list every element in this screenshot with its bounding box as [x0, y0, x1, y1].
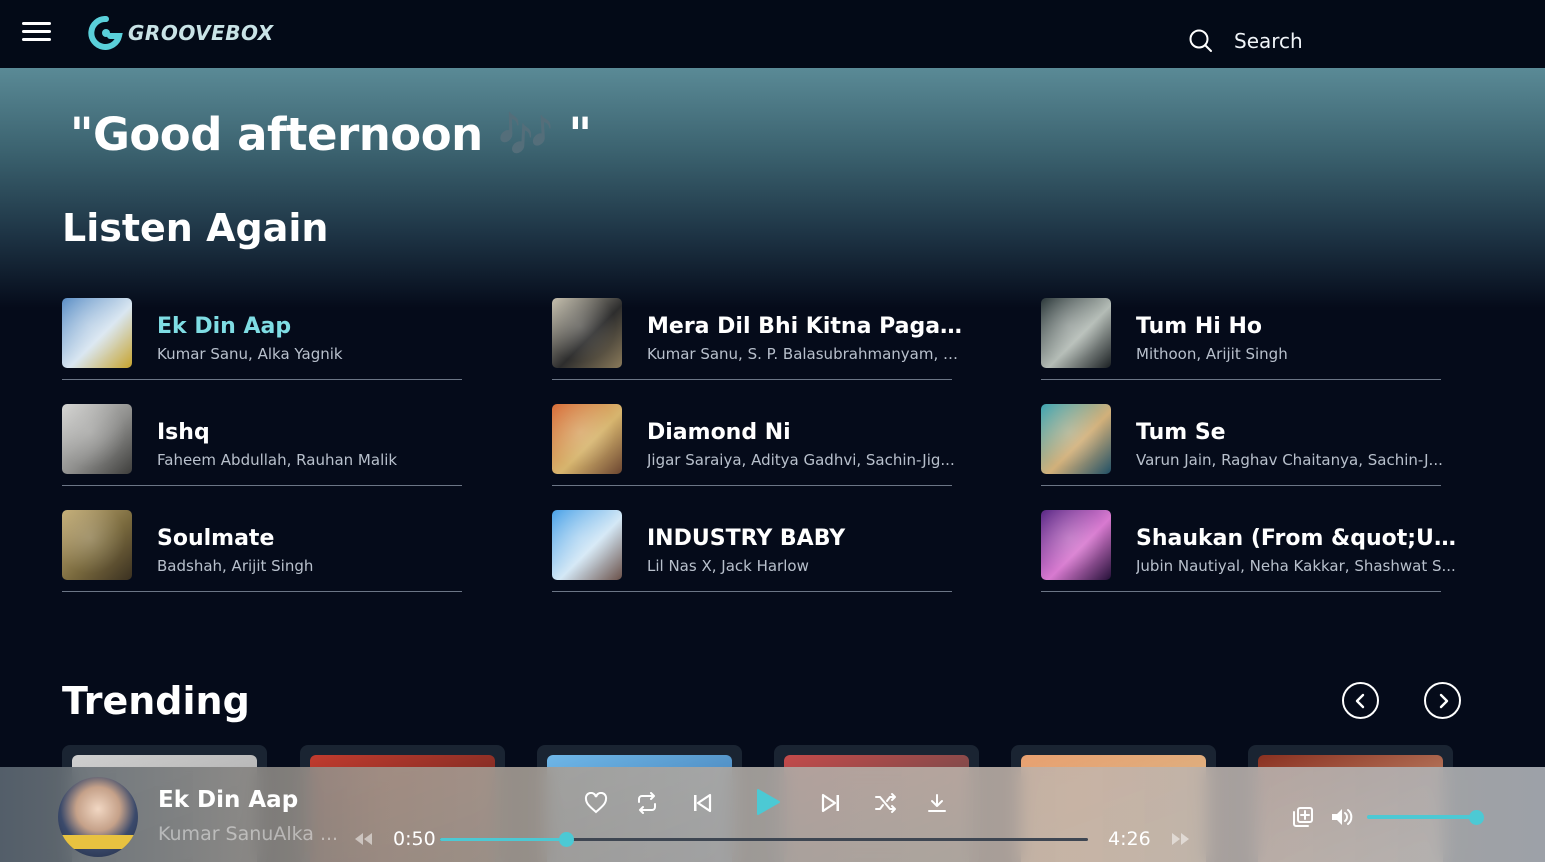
heart-icon	[584, 792, 608, 814]
song-meta: Mera Dil Bhi Kitna Pagal Hai Kumar Sanu, …	[647, 298, 967, 363]
song-meta: Ishq Faheem Abdullah, Rauhan Malik	[157, 404, 467, 469]
song-artist: Badshah, Arijit Singh	[157, 557, 314, 575]
song-artist: Kumar Sanu, S. P. Balasubrahmanyam, A...	[647, 345, 967, 363]
chevron-right-icon	[1439, 693, 1448, 708]
album-art[interactable]	[1041, 298, 1111, 368]
song-item[interactable]: Diamond Ni Jigar Saraiya, Aditya Gadhvi, …	[552, 404, 955, 486]
like-button[interactable]	[583, 791, 609, 815]
search-bar[interactable]: Search	[1188, 28, 1303, 54]
album-art[interactable]	[62, 404, 132, 474]
hero-background	[0, 68, 1545, 308]
logo-mark-icon	[88, 16, 123, 50]
duration-time: 4:26	[1108, 828, 1151, 850]
album-art[interactable]	[552, 298, 622, 368]
shuffle-button[interactable]	[873, 791, 899, 815]
repeat-icon	[638, 792, 656, 814]
song-meta: Shaukan (From &quot;Ula... Jubin Nautiyal…	[1136, 510, 1456, 575]
album-art[interactable]	[1041, 404, 1111, 474]
now-playing-title[interactable]: Ek Din Aap	[158, 787, 298, 813]
album-art[interactable]	[62, 298, 132, 368]
song-item[interactable]: INDUSTRY BABY Lil Nas X, Jack Harlow	[552, 510, 952, 592]
progress-fill	[440, 838, 567, 841]
song-artist: Lil Nas X, Jack Harlow	[647, 557, 809, 575]
song-title[interactable]: Ek Din Aap	[157, 314, 477, 339]
song-item[interactable]: Ishq Faheem Abdullah, Rauhan Malik	[62, 404, 462, 486]
song-artist: Varun Jain, Raghav Chaitanya, Sachin-J..…	[1136, 451, 1443, 469]
app-logo[interactable]: GROOVEBOX	[88, 16, 274, 50]
play-button[interactable]	[750, 785, 784, 819]
song-artist: Mithoon, Arijit Singh	[1136, 345, 1288, 363]
album-art[interactable]	[62, 510, 132, 580]
album-art[interactable]	[1041, 510, 1111, 580]
rewind-button[interactable]	[352, 829, 374, 849]
song-title[interactable]: Ishq	[157, 420, 477, 445]
shuffle-icon	[875, 793, 896, 813]
download-icon	[928, 794, 946, 812]
repeat-button[interactable]	[634, 791, 660, 815]
fast-forward-icon	[1172, 833, 1189, 845]
album-art[interactable]	[552, 510, 622, 580]
progress-handle[interactable]	[559, 832, 575, 847]
song-title[interactable]: Soulmate	[157, 526, 477, 551]
song-title[interactable]: Diamond Ni	[647, 420, 967, 445]
previous-button[interactable]	[689, 791, 715, 815]
progress-bar[interactable]	[440, 832, 1088, 847]
song-item[interactable]: Mera Dil Bhi Kitna Pagal Hai Kumar Sanu, …	[552, 298, 967, 380]
song-title[interactable]: Tum Se	[1136, 420, 1456, 445]
now-playing-artist[interactable]: Kumar SanuAlka ...	[158, 823, 348, 845]
song-title[interactable]: Tum Hi Ho	[1136, 314, 1456, 339]
now-playing-art[interactable]	[58, 777, 138, 857]
skip-previous-icon	[694, 793, 712, 813]
song-item[interactable]: Soulmate Badshah, Arijit Singh	[62, 510, 462, 592]
player-bar: Ek Din Aap Kumar SanuAlka ... 0:50 4:26	[0, 767, 1545, 862]
song-artist: Faheem Abdullah, Rauhan Malik	[157, 451, 398, 469]
volume-handle[interactable]	[1469, 810, 1484, 825]
next-button[interactable]	[818, 791, 844, 815]
play-icon	[757, 789, 780, 815]
trending-prev-button[interactable]	[1342, 682, 1379, 719]
app-name: GROOVEBOX	[128, 21, 274, 45]
song-title[interactable]: Shaukan (From &quot;Ula...	[1136, 526, 1456, 551]
trending-title: Trending	[62, 679, 250, 723]
search-input[interactable]: Search	[1234, 29, 1303, 53]
volume-slider[interactable]	[1367, 815, 1477, 819]
song-artist: Kumar Sanu, Alka Yagnik	[157, 345, 343, 363]
song-meta: Tum Se Varun Jain, Raghav Chaitanya, Sach…	[1136, 404, 1446, 469]
song-meta: Ek Din Aap Kumar Sanu, Alka Yagnik	[157, 298, 467, 363]
rewind-icon	[355, 833, 372, 845]
trending-next-button[interactable]	[1424, 682, 1461, 719]
chevron-left-icon	[1355, 693, 1364, 708]
song-item[interactable]: Tum Hi Ho Mithoon, Arijit Singh	[1041, 298, 1441, 380]
song-item[interactable]: Tum Se Varun Jain, Raghav Chaitanya, Sach…	[1041, 404, 1443, 486]
download-button[interactable]	[924, 791, 950, 815]
song-meta: Tum Hi Ho Mithoon, Arijit Singh	[1136, 298, 1446, 363]
forward-button[interactable]	[1170, 829, 1192, 849]
album-art[interactable]	[552, 404, 622, 474]
add-to-queue-button[interactable]	[1290, 805, 1316, 829]
song-item[interactable]: Ek Din Aap Kumar Sanu, Alka Yagnik	[62, 298, 462, 380]
add-to-queue-icon	[1293, 807, 1313, 827]
listen-again-title: Listen Again	[62, 206, 329, 250]
song-meta: Diamond Ni Jigar Saraiya, Aditya Gadhvi, …	[647, 404, 957, 469]
top-bar: GROOVEBOX Search	[0, 0, 1545, 68]
skip-next-icon	[821, 793, 839, 813]
elapsed-time: 0:50	[393, 828, 436, 850]
greeting-heading: "Good afternoon 🎶 "	[70, 108, 592, 161]
volume-icon	[1332, 809, 1353, 825]
song-artist: Jubin Nautiyal, Neha Kakkar, Shashwat S.…	[1136, 557, 1456, 575]
volume-button[interactable]	[1329, 805, 1355, 829]
song-title[interactable]: Mera Dil Bhi Kitna Pagal Hai	[647, 314, 967, 339]
song-item[interactable]: Shaukan (From &quot;Ula... Jubin Nautiyal…	[1041, 510, 1456, 592]
song-meta: Soulmate Badshah, Arijit Singh	[157, 510, 467, 575]
song-title[interactable]: INDUSTRY BABY	[647, 526, 967, 551]
song-artist: Jigar Saraiya, Aditya Gadhvi, Sachin-Jig…	[647, 451, 955, 469]
hamburger-menu-icon[interactable]	[22, 22, 52, 44]
song-meta: INDUSTRY BABY Lil Nas X, Jack Harlow	[647, 510, 957, 575]
search-icon[interactable]	[1188, 28, 1214, 54]
